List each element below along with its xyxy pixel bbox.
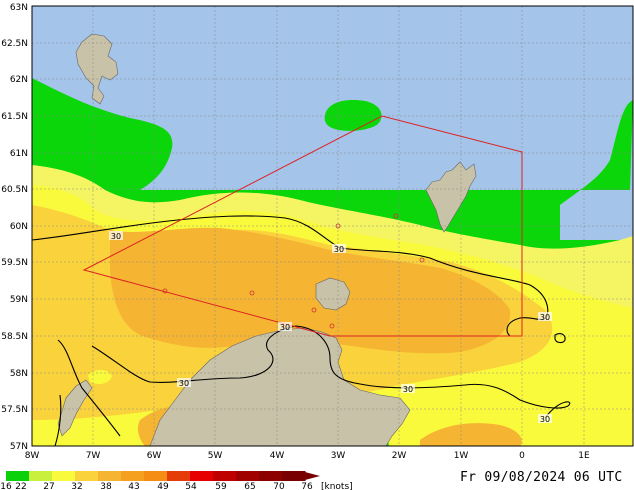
legend-swatch [167, 471, 191, 481]
legend-value: 38 [100, 482, 112, 490]
lat-label: 62.5N [1, 39, 28, 49]
contour-label: 30 [179, 379, 189, 388]
legend-swatch [98, 471, 122, 481]
legend-swatch [213, 471, 237, 481]
legend-value: 43 [128, 482, 139, 490]
legend-value: 16 [0, 482, 12, 490]
legend-value: 22 [15, 482, 26, 490]
contour-label: 30 [111, 232, 121, 241]
lat-label: 60N [10, 222, 28, 232]
legend-swatch [282, 471, 306, 481]
contour-label: 30 [280, 323, 290, 332]
forecast-datetime: Fr 09/08/2024 06 UTC [460, 470, 623, 485]
lat-label: 57.5N [1, 405, 28, 415]
lat-label: 59.5N [1, 258, 28, 268]
legend-unit: [knots] [321, 482, 353, 490]
lon-label: 3W [331, 451, 346, 461]
lat-label: 61N [10, 149, 28, 159]
contour-label: 30 [403, 385, 413, 394]
legend-swatch [144, 471, 168, 481]
lon-label: 1W [454, 451, 469, 461]
longitude-labels: 8W 7W 6W 5W 4W 3W 2W 1W 0 1E [25, 451, 590, 461]
legend-swatch [259, 471, 283, 481]
legend-value: 27 [43, 482, 54, 490]
legend-values: 16 22 27 32 38 43 49 54 59 65 70 76 [kno… [0, 482, 352, 490]
lon-label: 0 [519, 451, 525, 461]
lat-label: 61.5N [1, 112, 28, 122]
lon-label: 7W [86, 451, 101, 461]
legend-arrow [305, 472, 320, 480]
lat-label: 60.5N [1, 185, 28, 195]
lon-label: 5W [208, 451, 223, 461]
wind-cell-green-north [324, 100, 382, 131]
legend-value: 65 [244, 482, 255, 490]
legend-swatch [121, 471, 145, 481]
lon-label: 4W [270, 451, 285, 461]
legend-value: 54 [185, 482, 197, 490]
legend-swatch [29, 471, 53, 481]
lat-label: 63N [10, 3, 28, 13]
contour-label: 30 [540, 313, 550, 322]
legend-swatch [75, 471, 99, 481]
latitude-labels: 63N 62.5N 62N 61.5N 61N 60.5N 60N 59.5N … [1, 3, 28, 452]
legend-value: 59 [215, 482, 227, 490]
legend-value: 49 [157, 482, 169, 490]
legend-colorbar [6, 471, 306, 481]
lat-label: 59N [10, 295, 28, 305]
lon-label: 1E [578, 451, 590, 461]
legend-value: 32 [71, 482, 82, 490]
lon-label: 8W [25, 451, 40, 461]
wind-map: 30 30 30 30 30 30 30 63N 62.5N 62N 61.5N… [0, 3, 634, 490]
lat-label: 58N [10, 369, 28, 379]
legend-value: 70 [273, 482, 285, 490]
legend-value: 76 [301, 482, 313, 490]
legend-swatch [52, 471, 76, 481]
lat-label: 58.5N [1, 332, 28, 342]
lat-label: 62N [10, 75, 28, 85]
legend-swatch [236, 471, 260, 481]
legend-swatch [6, 471, 30, 481]
lon-label: 6W [147, 451, 162, 461]
contour-label: 30 [334, 245, 344, 254]
legend-swatch [190, 471, 214, 481]
lon-label: 2W [392, 451, 407, 461]
contour-label: 30 [540, 415, 550, 424]
